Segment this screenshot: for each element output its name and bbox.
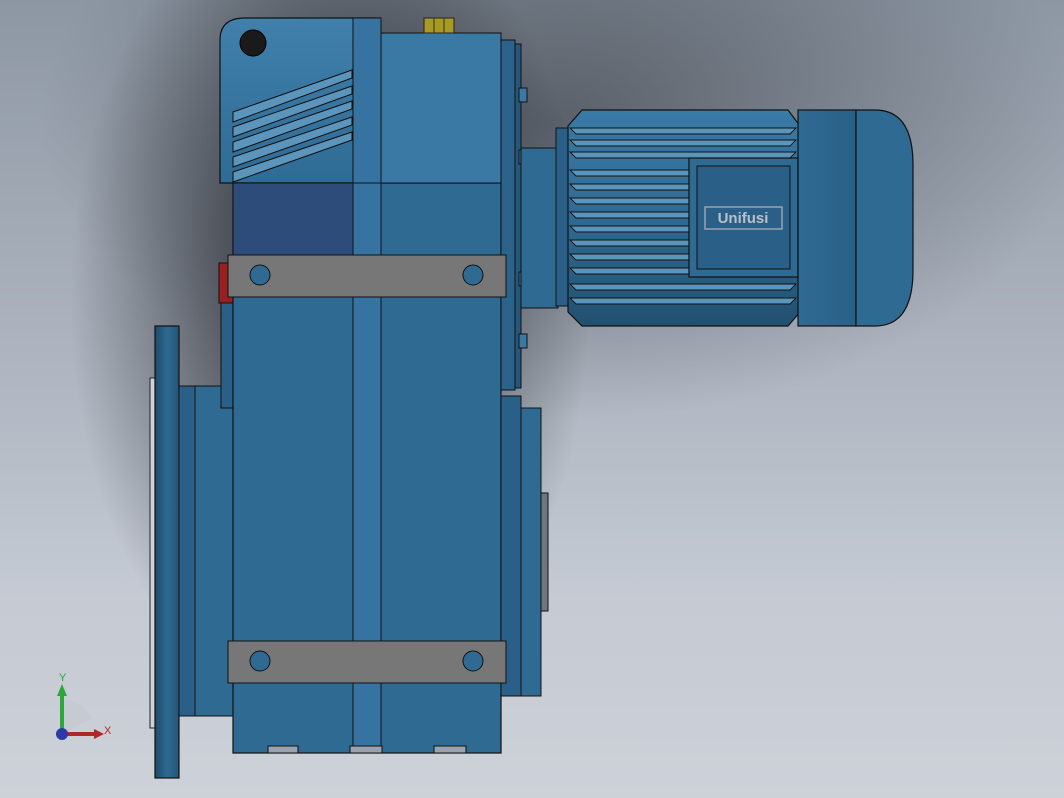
y-axis-label: Y (59, 672, 67, 684)
electric-motor: Unifusi (567, 109, 914, 327)
input-adapter (500, 39, 569, 391)
cad-viewport[interactable]: Unifusi Y X (0, 0, 1064, 798)
brand-logo: Unifusi (718, 210, 769, 227)
mounting-strap-upper (227, 254, 507, 298)
vent-plug (423, 17, 455, 34)
lower-output-flange (500, 395, 549, 697)
coordinate-triad[interactable]: Y X (40, 670, 130, 760)
z-axis-dot (56, 728, 68, 740)
lifting-hole (239, 29, 267, 57)
x-axis-label: X (104, 725, 112, 737)
housing-panel (232, 182, 354, 256)
mounting-strap-lower (227, 640, 507, 684)
gear-motor-model[interactable]: Unifusi (0, 0, 1064, 798)
